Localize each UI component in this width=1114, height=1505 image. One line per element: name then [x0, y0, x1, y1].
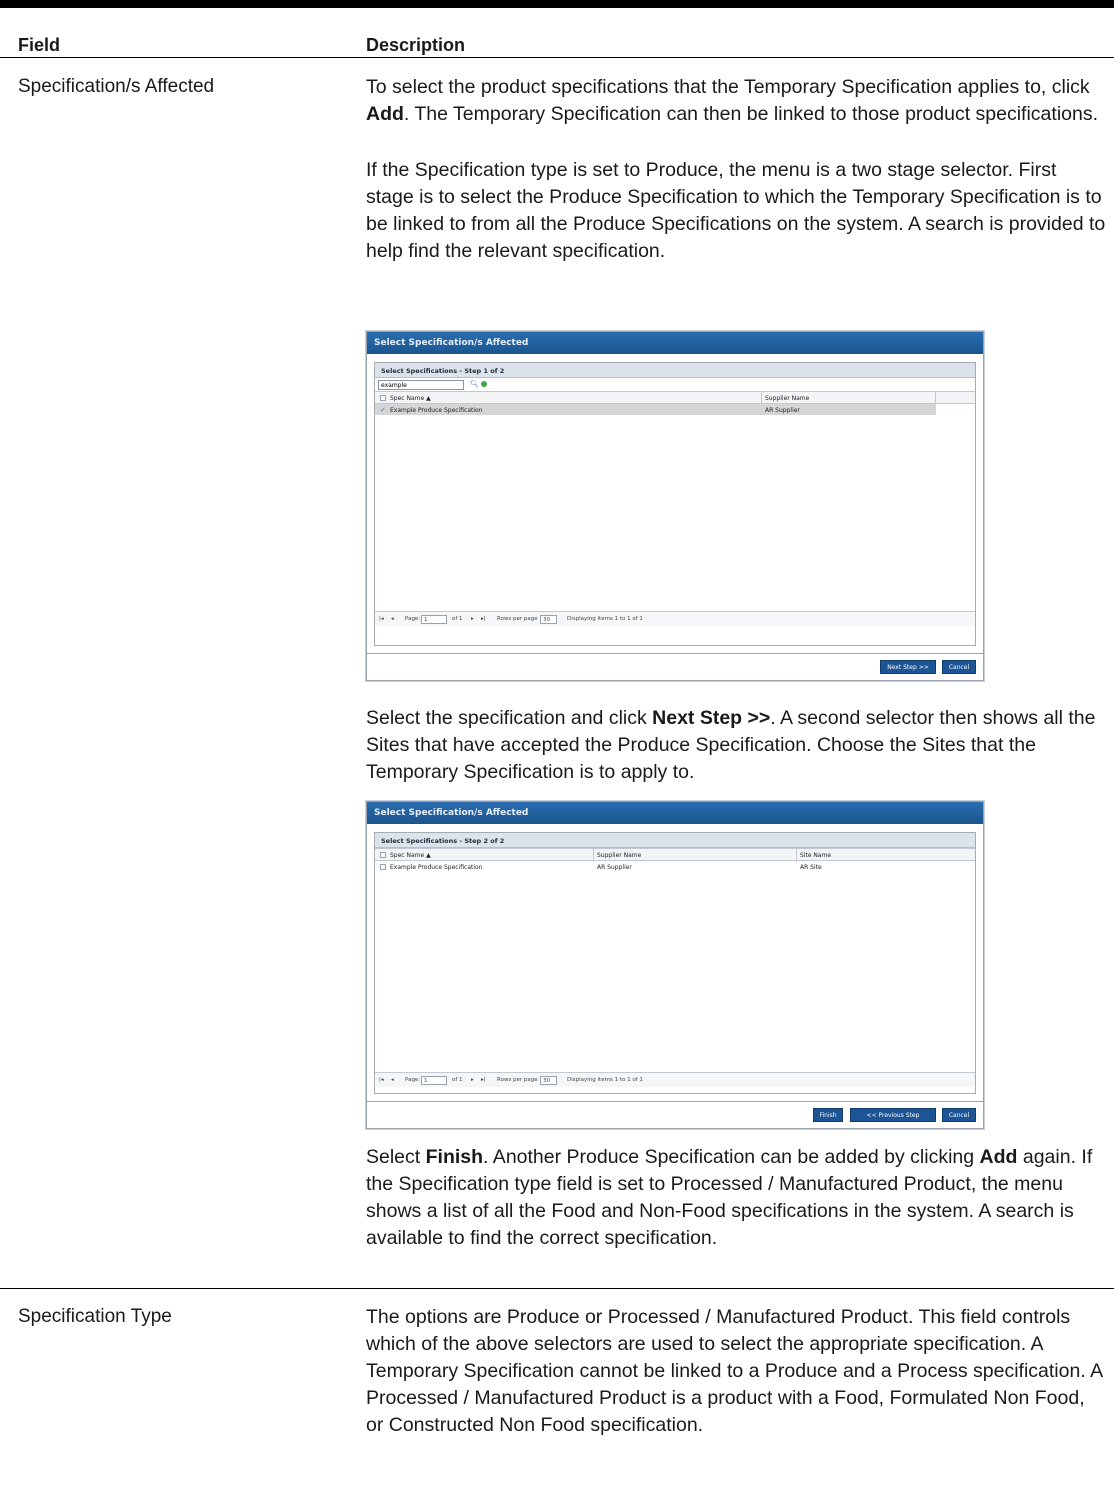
previous-step-button[interactable]: << Previous Step	[850, 1108, 936, 1122]
row-supplier-name: AR Supplier	[765, 407, 800, 414]
pager: |◂ ◂ Page: 1 of 1 ▸ ▸| Rows per page 30 …	[375, 1072, 975, 1087]
dialog-body: Select Specifications - Step 1 of 2 exam…	[374, 362, 976, 646]
page-of: of 1	[452, 616, 463, 622]
last-page-icon[interactable]: ▸|	[481, 616, 486, 622]
dialog-body: Select Specifications - Step 2 of 2 Spec…	[374, 832, 976, 1094]
field-specifications-affected: Specification/s Affected	[18, 76, 215, 97]
prev-page-icon[interactable]: ◂	[391, 1077, 394, 1083]
dialog-step-2-screenshot: Select Specification/s Affected Select S…	[366, 801, 984, 1129]
table-row[interactable]: Example Produce Specification AR Supplie…	[375, 861, 975, 872]
rows-per-page-input[interactable]: 30	[540, 615, 557, 624]
dialog-title: Select Specification/s Affected	[367, 332, 983, 354]
paragraph-finish: Select Finish. Another Produce Specifica…	[366, 1146, 1093, 1249]
field-specification-type: Specification Type	[18, 1306, 172, 1327]
search-icon[interactable]: 🔍︎	[470, 380, 479, 388]
search-row: example 🔍︎	[375, 378, 975, 391]
grid-header: Spec Name ▲ Supplier Name	[375, 391, 975, 405]
table-row[interactable]: ✓ Example Produce Specification AR Suppl…	[375, 404, 936, 415]
column-spec-name[interactable]: Spec Name ▲	[390, 852, 431, 859]
row-checkbox[interactable]	[380, 864, 386, 870]
row-checkbox-checked[interactable]: ✓	[380, 407, 386, 414]
pager: |◂ ◂ Page: 1 of 1 ▸ ▸| Rows per page 30 …	[375, 611, 975, 626]
row-site-name: AR Site	[800, 864, 822, 871]
page-label: Page:	[405, 616, 421, 622]
search-input[interactable]: example	[378, 380, 464, 390]
select-all-checkbox[interactable]	[380, 852, 386, 858]
select-all-checkbox[interactable]	[380, 395, 386, 401]
displaying-text: Displaying items 1 to 1 of 1	[567, 1077, 643, 1083]
page-input[interactable]: 1	[421, 1076, 447, 1085]
column-spec-name[interactable]: Spec Name ▲	[390, 395, 431, 402]
column-supplier-name[interactable]: Supplier Name	[765, 395, 809, 402]
next-step-button[interactable]: Next Step >>	[880, 660, 936, 674]
row-spec-name: Example Produce Specification	[390, 407, 483, 414]
cancel-button[interactable]: Cancel	[942, 1108, 976, 1122]
column-site-name[interactable]: Site Name	[800, 852, 831, 859]
step-heading: Select Specifications - Step 1 of 2	[375, 363, 975, 378]
page-label: Page:	[405, 1077, 421, 1083]
column-supplier-name[interactable]: Supplier Name	[597, 852, 641, 859]
page-of: of 1	[452, 1077, 463, 1083]
displaying-text: Displaying items 1 to 1 of 1	[567, 616, 643, 622]
go-icon[interactable]	[481, 381, 487, 387]
finish-button[interactable]: Finish	[813, 1108, 843, 1122]
footer-divider	[367, 1101, 983, 1102]
cancel-button[interactable]: Cancel	[942, 660, 976, 674]
step-heading: Select Specifications - Step 2 of 2	[375, 833, 975, 848]
paragraph-two-stage: If the Specification type is set to Prod…	[366, 159, 1106, 262]
rows-per-page-label: Rows per page	[497, 1077, 538, 1083]
last-page-icon[interactable]: ▸|	[481, 1077, 486, 1083]
prev-page-icon[interactable]: ◂	[391, 616, 394, 622]
header-description: Description	[366, 35, 466, 55]
paragraph-add-intro: To select the product specifications tha…	[366, 76, 1099, 125]
top-rule	[0, 0, 1114, 8]
rows-per-page-label: Rows per page	[497, 616, 538, 622]
next-page-icon[interactable]: ▸	[471, 616, 474, 622]
dialog-title: Select Specification/s Affected	[367, 802, 983, 824]
rows-per-page-input[interactable]: 30	[540, 1076, 557, 1085]
paragraph-specification-type: The options are Produce or Processed / M…	[366, 1306, 1103, 1436]
footer-divider	[367, 653, 983, 654]
first-page-icon[interactable]: |◂	[379, 1077, 384, 1083]
table-header: Field Description	[0, 8, 1114, 58]
page-input[interactable]: 1	[421, 615, 447, 624]
first-page-icon[interactable]: |◂	[379, 616, 384, 622]
row-divider	[0, 1288, 1114, 1289]
row-supplier-name: AR Supplier	[597, 864, 632, 871]
dialog-step-1-screenshot: Select Specification/s Affected Select S…	[366, 331, 984, 681]
grid-header: Spec Name ▲ Supplier Name Site Name	[375, 848, 975, 862]
row-spec-name: Example Produce Specification	[390, 864, 483, 871]
paragraph-next-step: Select the specification and click Next …	[366, 707, 1096, 783]
header-field: Field	[18, 35, 61, 55]
next-page-icon[interactable]: ▸	[471, 1077, 474, 1083]
